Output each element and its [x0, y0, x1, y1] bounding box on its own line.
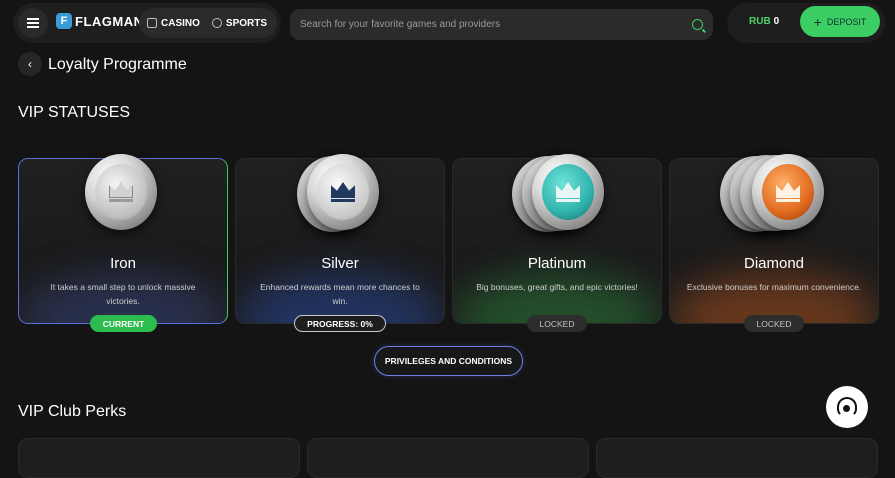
status-name: Silver: [321, 255, 359, 272]
deposit-label: DEPOSIT: [826, 16, 867, 27]
status-name: Iron: [110, 255, 136, 272]
page-title: Loyalty Programme: [48, 56, 187, 73]
menu-button[interactable]: [18, 8, 48, 38]
headset-icon: [837, 397, 857, 417]
plus-icon: +: [813, 13, 822, 30]
search-input[interactable]: [300, 19, 692, 30]
status-badge-locked: LOCKED: [527, 315, 587, 332]
perk-card[interactable]: [596, 438, 878, 478]
casino-chip-icon: [147, 18, 157, 28]
search-bar: [290, 9, 713, 40]
platinum-coin-icon: [510, 152, 630, 242]
privileges-and-conditions-button[interactable]: PRIVILEGES AND CONDITIONS: [374, 346, 523, 376]
iron-coin-icon: [83, 152, 203, 242]
back-button[interactable]: ‹: [18, 52, 42, 76]
balance-amount: 0: [773, 16, 780, 27]
silver-coin-icon: [295, 152, 415, 242]
balance[interactable]: RUB 0: [749, 16, 779, 27]
diamond-coin-icon: [718, 152, 838, 242]
balance-currency: RUB: [749, 16, 771, 27]
support-chat-button[interactable]: [826, 386, 868, 428]
deposit-button[interactable]: + DEPOSIT: [800, 6, 880, 37]
top-bar: F FLAGMAN CASINO SPORTS RUB0 + DEPOSIT: [0, 0, 895, 46]
search-icon[interactable]: [692, 19, 703, 30]
flagman-logo-icon: F: [56, 13, 72, 29]
perk-card[interactable]: [307, 438, 589, 478]
status-badge-progress: PROGRESS: 0%: [294, 315, 386, 332]
status-name: Platinum: [527, 255, 587, 272]
chevron-left-icon: ‹: [28, 57, 32, 71]
nav-sports-label: SPORTS: [225, 17, 268, 29]
main-nav: CASINO SPORTS: [139, 8, 277, 38]
nav-casino[interactable]: CASINO: [147, 18, 200, 29]
nav-sports[interactable]: SPORTS: [211, 17, 268, 29]
status-badge-current: CURRENT: [90, 315, 157, 332]
soccer-ball-icon: [211, 18, 222, 28]
status-description: Big bonuses, great gifts, and epic victo…: [476, 282, 638, 292]
status-description: It takes a small step to unlock massive …: [50, 282, 196, 306]
status-description: Exclusive bonuses for maximum convenienc…: [686, 282, 862, 292]
status-badge-locked: LOCKED: [744, 315, 804, 332]
vip-statuses-title: VIP STATUSES: [18, 104, 131, 121]
nav-casino-label: CASINO: [161, 17, 200, 29]
status-description: Enhanced rewards mean more chances to wi…: [260, 282, 420, 306]
status-name: Diamond: [743, 255, 805, 272]
logo[interactable]: F FLAGMAN: [56, 13, 144, 29]
vip-club-perks-title: VIP Club Perks: [18, 403, 127, 420]
logo-text: FLAGMAN: [75, 13, 144, 29]
hamburger-icon: [27, 22, 39, 24]
perk-card[interactable]: [18, 438, 300, 478]
